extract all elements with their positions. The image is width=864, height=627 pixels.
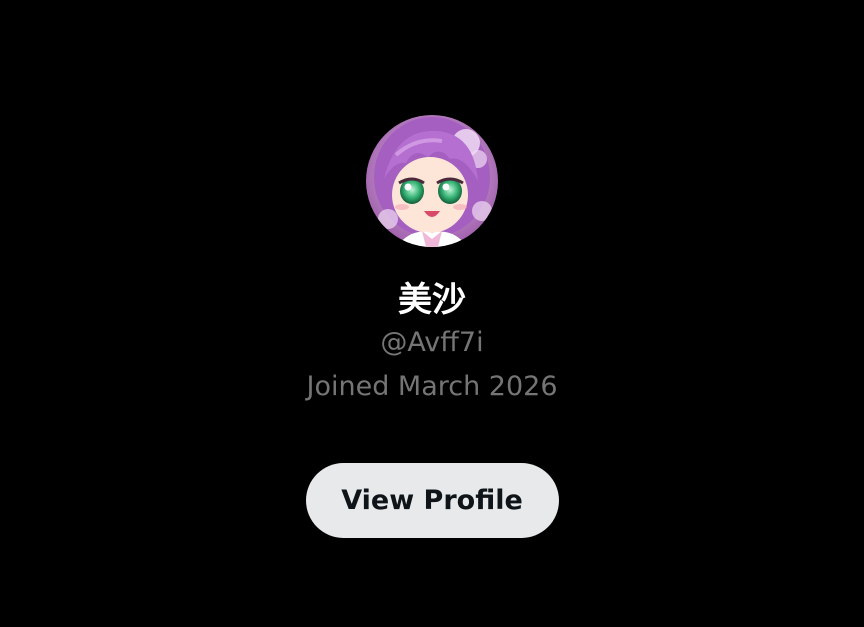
username-handle: @Avff7i	[380, 327, 484, 358]
display-name: 美沙	[398, 280, 466, 320]
joined-date: Joined March 2026	[306, 371, 558, 402]
avatar[interactable]	[366, 115, 498, 247]
anime-avatar-icon	[366, 115, 498, 247]
profile-card: 美沙 @Avff7i Joined March 2026 View Profil…	[0, 0, 864, 627]
view-profile-button[interactable]: View Profile	[305, 463, 559, 538]
view-profile-label: View Profile	[341, 485, 523, 516]
